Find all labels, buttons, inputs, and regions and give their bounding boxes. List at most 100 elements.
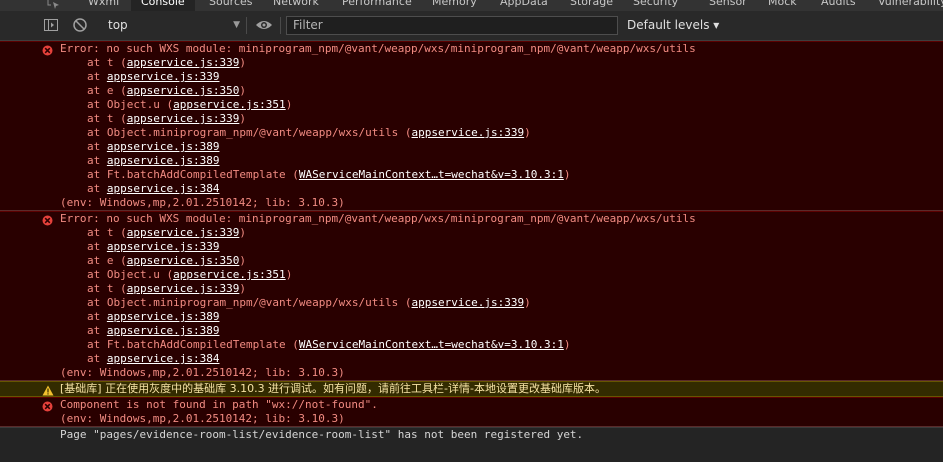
stack-frame: at t (appservice.js:339) — [0, 112, 943, 126]
tab-wxml[interactable]: Wxml — [88, 0, 119, 11]
stack-frame: at t (appservice.js:339) — [0, 226, 943, 240]
console-messages: Error: no such WXS module: miniprogram_n… — [0, 41, 943, 442]
source-link[interactable]: appservice.js:339 — [412, 296, 525, 309]
stack-frame-text: ) — [563, 338, 571, 351]
source-link[interactable]: appservice.js:339 — [127, 282, 240, 295]
stack-frame-text: at — [87, 310, 107, 323]
tab-mock[interactable]: Mock — [768, 0, 797, 11]
source-link[interactable]: appservice.js:350 — [127, 84, 240, 97]
message-text: Error: no such WXS module: miniprogram_n… — [60, 42, 696, 55]
stack-frame: at Object.u (appservice.js:351) — [0, 268, 943, 282]
stack-frame: at appservice.js:389 — [0, 310, 943, 324]
stack-frame-text: ) — [524, 296, 531, 309]
stack-frame: at appservice.js:339 — [0, 70, 943, 84]
tab-performance[interactable]: Performance — [342, 0, 412, 11]
stack-frame-text: at — [87, 182, 107, 195]
tab-sources[interactable]: Sources — [209, 0, 253, 11]
tab-vulnerability[interactable]: Vulnerability — [878, 0, 943, 11]
stack-frame: at Object.miniprogram_npm/@vant/weapp/wx… — [0, 126, 943, 140]
stack-frame-text: ) — [239, 254, 246, 267]
sidebar-toggle-icon[interactable] — [43, 17, 59, 33]
stack-frame: at appservice.js:384 — [0, 352, 943, 366]
message-text: Error: no such WXS module: miniprogram_n… — [60, 212, 696, 225]
stack-frame-text: at Ft.batchAddCompiledTemplate ( — [87, 168, 299, 181]
toolbar-divider — [246, 17, 247, 34]
tab-appdata[interactable]: AppData — [500, 0, 548, 11]
stack-frame: at Object.miniprogram_npm/@vant/weapp/wx… — [0, 296, 943, 310]
eye-icon[interactable] — [255, 17, 272, 33]
warning-triangle-icon — [42, 385, 54, 396]
tab-console[interactable]: Console — [131, 0, 195, 11]
source-link[interactable]: appservice.js:350 — [127, 254, 240, 267]
stack-frame-text: ) — [285, 268, 293, 281]
source-link[interactable]: appservice.js:389 — [107, 310, 220, 323]
source-link[interactable]: WAServiceMainContext…t=wechat&v=3.10.3:1 — [299, 338, 564, 351]
stack-frame: at Object.u (appservice.js:351) — [0, 98, 943, 112]
stack-frame-text: at — [87, 70, 107, 83]
stack-frame-text: at — [87, 140, 107, 153]
stack-frame-text: ) — [524, 126, 531, 139]
env-info: (env: Windows,mp,2.01.2510142; lib: 3.10… — [60, 412, 345, 425]
stack-frame-text: at t ( — [87, 282, 127, 295]
context-selector[interactable]: top ▼ — [104, 16, 244, 35]
source-link[interactable]: appservice.js:339 — [107, 240, 220, 253]
source-link[interactable]: appservice.js:339 — [107, 70, 220, 83]
devtools-tab-bar: Wxml Console Sources Network Performance… — [0, 0, 943, 11]
tab-inspect-icon[interactable] — [46, 0, 60, 11]
source-link[interactable]: appservice.js:339 — [127, 226, 240, 239]
stack-frame-text: at — [87, 352, 107, 365]
source-link[interactable]: appservice.js:351 — [173, 268, 286, 281]
stack-frame: at appservice.js:389 — [0, 324, 943, 338]
inspect-icon — [47, 0, 59, 9]
tab-memory[interactable]: Memory — [432, 0, 477, 11]
stack-frame: at e (appservice.js:350) — [0, 254, 943, 268]
source-link[interactable]: appservice.js:384 — [107, 182, 220, 195]
log-levels-dropdown[interactable]: Default levels ▾ — [627, 16, 719, 35]
source-link[interactable]: appservice.js:351 — [173, 98, 286, 111]
message-text: Page "pages/evidence-room-list/evidence-… — [60, 428, 584, 441]
context-selector-value: top — [108, 18, 128, 32]
env-info: (env: Windows,mp,2.01.2510142; lib: 3.10… — [60, 366, 345, 379]
console-message-log: Page "pages/evidence-room-list/evidence-… — [0, 427, 943, 442]
source-link[interactable]: appservice.js:339 — [127, 112, 240, 125]
stack-frame: at t (appservice.js:339) — [0, 56, 943, 70]
stack-frame-text: at Object.u ( — [87, 98, 174, 111]
stack-frame: at appservice.js:339 — [0, 240, 943, 254]
stack-frame-text: at e ( — [87, 254, 127, 267]
source-link[interactable]: appservice.js:389 — [107, 140, 220, 153]
tab-network[interactable]: Network — [273, 0, 319, 11]
console-message-error: Error: no such WXS module: miniprogram_n… — [0, 41, 943, 211]
tab-sensor[interactable]: Sensor — [709, 0, 747, 11]
stack-frame-text: ) — [239, 84, 246, 97]
stack-frame: at Ft.batchAddCompiledTemplate (WAServic… — [0, 338, 943, 352]
source-link[interactable]: appservice.js:339 — [412, 126, 525, 139]
message-text: [基础库] 正在使用灰度中的基础库 3.10.3 进行调试。如有问题，请前往工具… — [60, 382, 606, 395]
source-link[interactable]: WAServiceMainContext…t=wechat&v=3.10.3:1 — [299, 168, 564, 181]
console-message-warn: [基础库] 正在使用灰度中的基础库 3.10.3 进行调试。如有问题，请前往工具… — [0, 381, 943, 397]
tab-security[interactable]: Security — [633, 0, 678, 11]
source-link[interactable]: appservice.js:384 — [107, 352, 220, 365]
stack-frame-text: at Ft.batchAddCompiledTemplate ( — [87, 338, 299, 351]
source-link[interactable]: appservice.js:389 — [107, 324, 220, 337]
stack-frame-text: at t ( — [87, 56, 127, 69]
stack-frame-text: at Object.miniprogram_npm/@vant/weapp/wx… — [87, 296, 412, 309]
stack-frame-text: at e ( — [87, 84, 127, 97]
stack-frame: at t (appservice.js:339) — [0, 282, 943, 296]
error-circle-icon — [42, 401, 53, 412]
stack-frame-text: at — [87, 240, 107, 253]
tab-audits[interactable]: Audits — [821, 0, 856, 11]
error-circle-icon — [42, 45, 53, 56]
message-text: Component is not found in path "wx://not… — [60, 398, 378, 411]
filter-input[interactable]: Filter — [286, 16, 618, 35]
clear-console-icon[interactable] — [72, 17, 88, 33]
stack-frame-text: at — [87, 324, 107, 337]
console-message-error: Component is not found in path "wx://not… — [0, 397, 943, 427]
stack-frame: at appservice.js:389 — [0, 154, 943, 168]
source-link[interactable]: appservice.js:339 — [127, 56, 240, 69]
source-link[interactable]: appservice.js:389 — [107, 154, 220, 167]
stack-frame-text: at — [87, 154, 107, 167]
toolbar-divider — [280, 17, 281, 34]
stack-frame: at appservice.js:384 — [0, 182, 943, 196]
stack-frame-text: ) — [239, 226, 246, 239]
tab-storage[interactable]: Storage — [570, 0, 613, 11]
